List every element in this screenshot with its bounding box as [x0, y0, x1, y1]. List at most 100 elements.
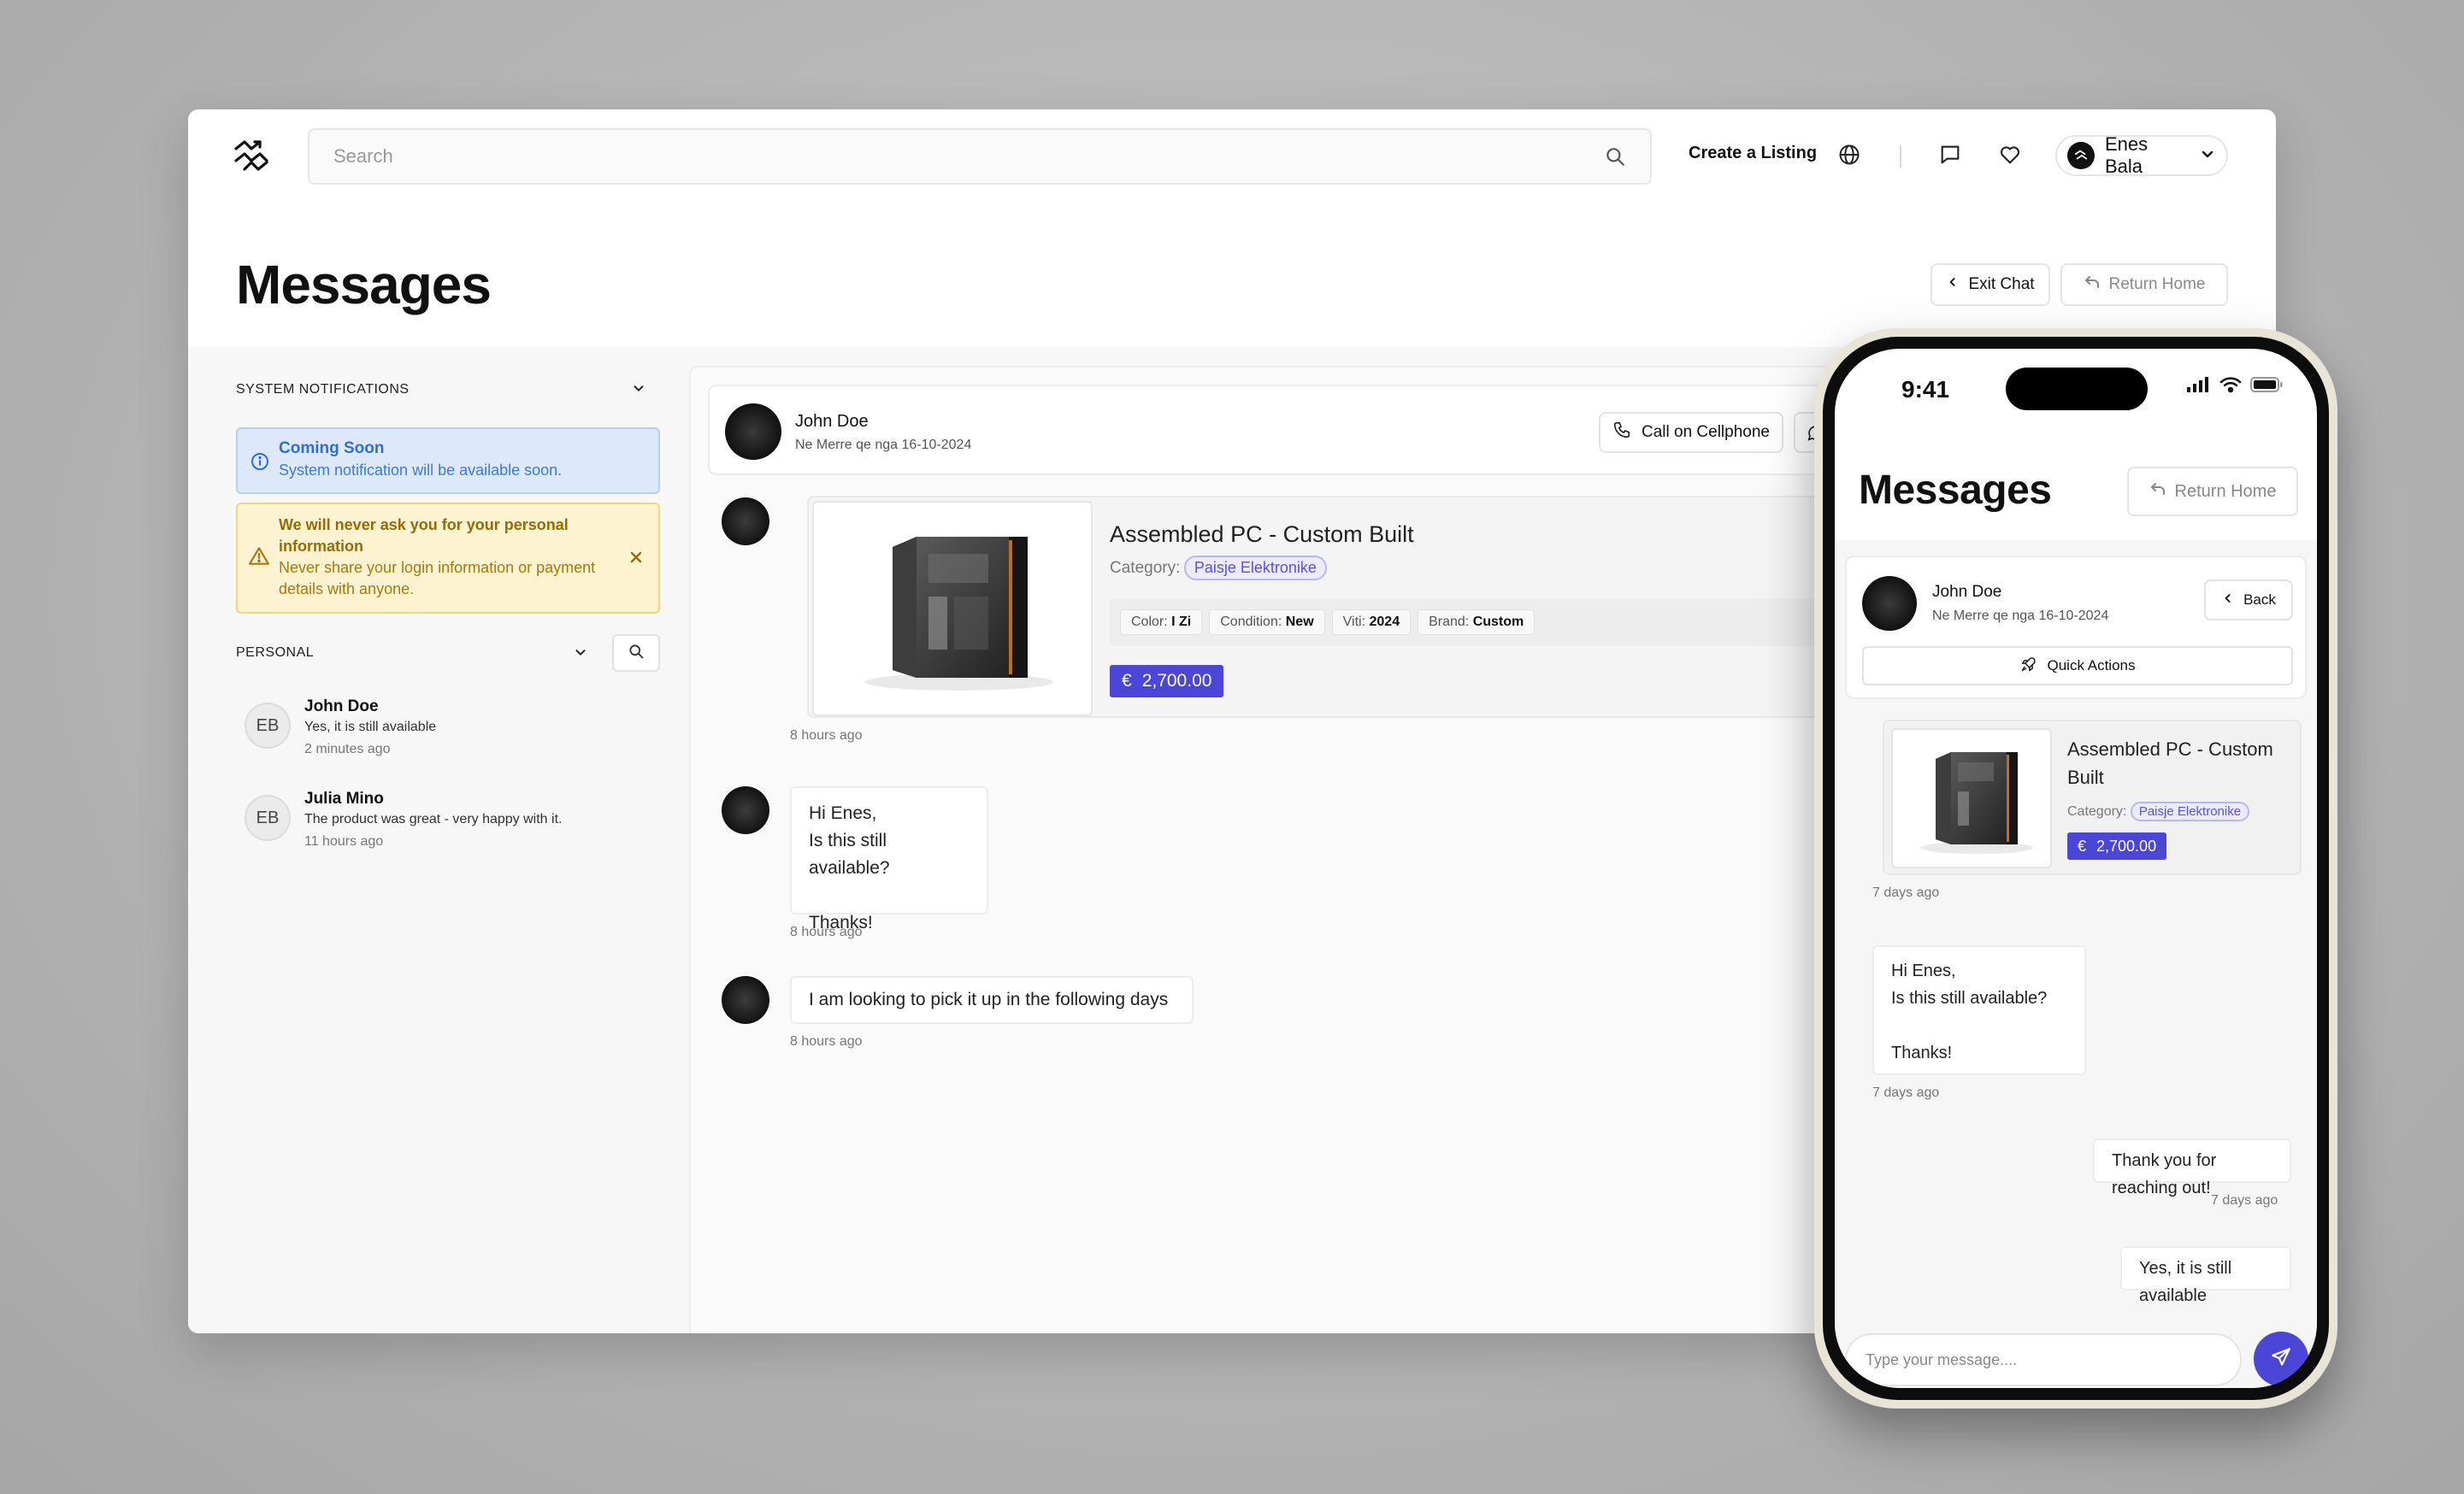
conversation-preview: Yes, it is still available	[304, 720, 437, 734]
message-time: 7 days ago	[2211, 1193, 2278, 1208]
rocket-icon	[2020, 656, 2037, 677]
send-icon	[2270, 1346, 2292, 1373]
sender-avatar	[722, 786, 769, 834]
chevron-down-icon[interactable]	[631, 380, 646, 400]
warning-alert: We will never ask you for your personal …	[236, 503, 660, 614]
message-time: 8 hours ago	[790, 925, 863, 939]
phone-chat-area: John Doe Ne Merre qe nga 16-10-2024 Back…	[1835, 540, 2317, 1388]
product-image	[812, 501, 1093, 716]
user-name: Enes Bala	[2105, 133, 2149, 177]
logo-icon[interactable]	[233, 138, 272, 173]
conversation-name: Julia Mino	[304, 790, 384, 808]
info-icon	[250, 451, 270, 472]
alert-title: We will never ask you for your personal …	[279, 516, 569, 555]
conversation-item[interactable]: EB John Doe Yes, it is still available 2…	[245, 697, 655, 779]
phone-bezel: 9:41 Messages Return Home John Doe Ne Me…	[1823, 337, 2329, 1400]
conversation-name: John Doe	[304, 697, 379, 715]
message-time: 7 days ago	[1872, 885, 1940, 900]
chevron-left-icon	[2221, 591, 2235, 609]
system-notifications-header[interactable]: SYSTEM NOTIFICATIONS	[236, 373, 660, 407]
category-label: Category:	[2067, 804, 2127, 819]
section-title: SYSTEM NOTIFICATIONS	[236, 382, 410, 397]
return-home-button[interactable]: Return Home	[2060, 263, 2228, 306]
attribute-chip: Brand: Custom	[1418, 609, 1536, 635]
status-time: 9:41	[1901, 376, 1950, 403]
sender-avatar	[722, 497, 769, 545]
quick-actions-button[interactable]: Quick Actions	[1862, 646, 2293, 685]
user-avatar	[2067, 142, 2095, 169]
category-label: Category:	[1110, 559, 1181, 577]
message-time: 7 days ago	[1872, 1085, 1940, 1100]
chat-header: John Doe Ne Merre qe nga 16-10-2024 Back…	[1845, 556, 2307, 699]
contact-avatar	[725, 403, 781, 460]
message-bubble: I am looking to pick it up in the follow…	[790, 976, 1194, 1024]
phone-icon	[1612, 421, 1631, 444]
message-input[interactable]	[1866, 1350, 2221, 1369]
member-since: Ne Merre qe nga 16-10-2024	[1932, 609, 2109, 623]
message-bubble: Thank you for reaching out!	[2093, 1138, 2291, 1197]
product-card[interactable]: Assembled PC - Custom Built Category: Pa…	[1883, 720, 2302, 875]
currency-symbol: €	[2078, 837, 2087, 855]
back-label: Back	[2243, 591, 2276, 608]
conversation-time: 11 hours ago	[304, 834, 384, 849]
price-value: 2,700.00	[1141, 671, 1212, 691]
message-time: 8 hours ago	[790, 728, 863, 743]
call-button[interactable]: Call on Cellphone	[1599, 412, 1783, 453]
message-bubble: Hi Enes, Is this still available? Thanks…	[790, 786, 988, 932]
page-title: Messages	[236, 254, 492, 315]
globe-icon[interactable]	[1836, 142, 1862, 168]
price-tag: € 2,700.00	[1110, 665, 1224, 697]
chevron-down-icon	[2199, 145, 2216, 167]
conversation-search-button[interactable]	[612, 634, 660, 672]
create-listing-link[interactable]: Create a Listing	[1689, 144, 1817, 163]
chevron-down-icon[interactable]	[573, 644, 588, 664]
product-title: Assembled PC - Custom Built	[2067, 738, 2273, 788]
return-arrow-icon	[2084, 274, 2101, 296]
close-icon[interactable]	[628, 549, 645, 566]
heart-icon[interactable]	[1997, 142, 2023, 168]
call-button-label: Call on Cellphone	[1642, 423, 1770, 441]
avatar: EB	[245, 703, 291, 749]
battery-icon	[2250, 376, 2283, 397]
divider	[1900, 145, 1901, 168]
signal-icon	[2187, 377, 2211, 397]
search-bar[interactable]	[308, 128, 1652, 185]
category-badge[interactable]: Paisje Elektronike	[2130, 802, 2250, 821]
section-title: PERSONAL	[236, 645, 315, 660]
contact-name: John Doe	[1932, 583, 2002, 601]
search-icon[interactable]	[1604, 145, 1626, 168]
exit-chat-button[interactable]: Exit Chat	[1931, 263, 2050, 306]
conversation-preview: The product was great - very happy with …	[304, 812, 563, 826]
chat-icon[interactable]	[1937, 142, 1963, 168]
personal-header: PERSONAL	[236, 634, 660, 672]
price-tag: € 2,700.00	[2067, 832, 2167, 860]
message-composer[interactable]	[1845, 1333, 2242, 1386]
contact-avatar	[1862, 576, 1917, 631]
dynamic-island	[2006, 368, 2148, 410]
phone-mockup: 9:41 Messages Return Home John Doe Ne Me…	[1814, 328, 2337, 1409]
quick-actions-label: Quick Actions	[2047, 657, 2136, 673]
search-input[interactable]	[333, 145, 1604, 168]
product-title: Assembled PC - Custom Built	[1110, 521, 1414, 547]
return-home-label: Return Home	[2174, 481, 2277, 501]
member-since: Ne Merre qe nga 16-10-2024	[795, 438, 972, 452]
user-menu[interactable]: Enes Bala	[2055, 133, 2228, 177]
sidebar: SYSTEM NOTIFICATIONS Coming Soon System …	[236, 347, 660, 1333]
page-title: Messages	[1859, 468, 2052, 513]
price-value: 2,700.00	[2096, 837, 2157, 855]
back-button[interactable]: Back	[2204, 579, 2293, 621]
return-home-button[interactable]: Return Home	[2127, 467, 2298, 516]
attribute-row: Color: I Zi Condition: New Viti: 2024 Br…	[1110, 598, 1819, 646]
product-image	[1891, 728, 2052, 868]
product-card[interactable]: Assembled PC - Custom Built Category: Pa…	[807, 496, 1833, 718]
search-icon	[628, 643, 645, 664]
status-icons	[2187, 376, 2283, 397]
send-button[interactable]	[2254, 1332, 2308, 1386]
warning-icon	[248, 545, 270, 568]
conversation-item[interactable]: EB Julia Mino The product was great - ve…	[245, 790, 655, 872]
conversation-time: 2 minutes ago	[304, 742, 391, 756]
info-alert: Coming Soon System notification will be …	[236, 427, 660, 494]
category-badge[interactable]: Paisje Elektronike	[1183, 556, 1327, 580]
avatar: EB	[245, 795, 291, 841]
top-navbar: Create a Listing Enes Bala	[188, 109, 2276, 203]
